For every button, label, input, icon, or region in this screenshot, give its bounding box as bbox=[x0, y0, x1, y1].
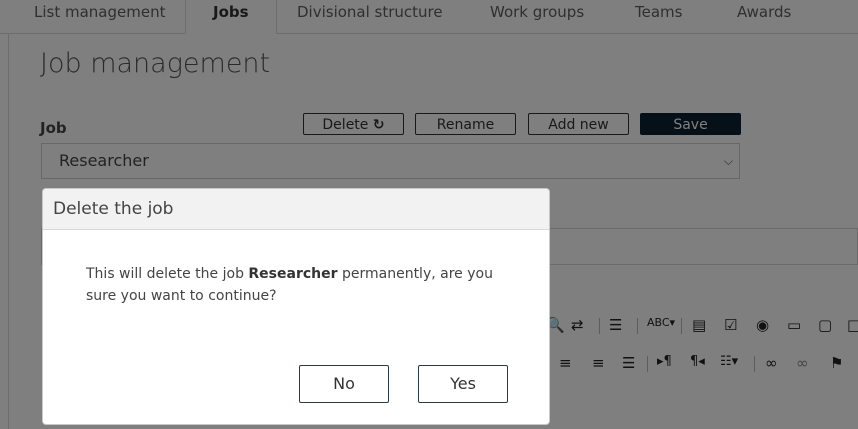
yes-button[interactable]: Yes bbox=[418, 365, 508, 403]
dialog-header: Delete the job bbox=[43, 189, 549, 230]
dialog-message: This will delete the job Researcher perm… bbox=[86, 263, 526, 307]
delete-dialog: Delete the job This will delete the job … bbox=[42, 188, 550, 425]
dialog-title: Delete the job bbox=[53, 199, 174, 219]
no-button[interactable]: No bbox=[299, 365, 389, 403]
dialog-message-start: This will delete the job bbox=[86, 266, 249, 282]
dialog-message-job: Researcher bbox=[248, 266, 338, 282]
